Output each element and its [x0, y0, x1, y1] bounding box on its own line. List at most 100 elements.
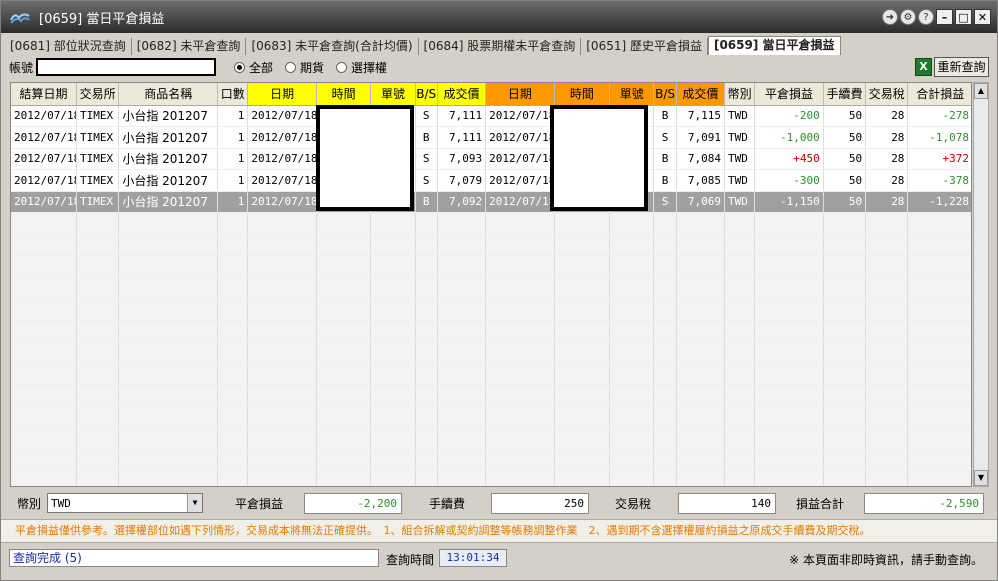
table-cell: 28: [865, 105, 909, 127]
window-title: [0659] 當日平倉損益: [39, 11, 165, 27]
empty-cell: [823, 320, 867, 342]
empty-cell: [485, 384, 555, 407]
col-product[interactable]: 商品名稱: [118, 83, 219, 106]
table-row[interactable]: 2012/07/18 TIMEX 小台指 201207 1 2012/07/18 S 7,0…: [11, 169, 971, 192]
empty-cell: [609, 406, 655, 428]
empty-cell: [865, 320, 909, 342]
table-cell: 1: [217, 126, 249, 149]
grid-scrollbar[interactable]: ▲ ▼: [973, 82, 989, 487]
scroll-down-icon[interactable]: ▼: [974, 470, 988, 486]
empty-cell: [217, 363, 249, 385]
table-cell: TWD: [724, 169, 756, 192]
empty-cell: [415, 255, 438, 278]
table-row[interactable]: 2012/07/18 TIMEX 小台指 201207 1 2012/07/18 S 7,1…: [11, 105, 971, 127]
col-open-bs[interactable]: B/S: [415, 83, 438, 106]
col-open-order-no[interactable]: 單號: [370, 83, 416, 106]
empty-cell: [485, 427, 555, 450]
empty-cell: [653, 255, 677, 278]
empty-cell: [754, 234, 824, 256]
empty-row: [11, 234, 971, 256]
empty-cell: [118, 212, 219, 235]
minimize-button[interactable]: –: [936, 9, 953, 25]
requery-button[interactable]: 重新查詢: [934, 57, 989, 77]
col-close-time[interactable]: 時間: [554, 83, 611, 106]
col-exchange[interactable]: 交易所: [76, 83, 120, 106]
currency-select[interactable]: TWD ▼: [47, 493, 203, 513]
empty-cell: [217, 234, 249, 256]
empty-cell: [11, 320, 77, 342]
empty-cell: [724, 363, 756, 385]
table-cell: 2012/07/18: [11, 105, 77, 127]
col-total-pnl[interactable]: 合計損益: [907, 83, 971, 106]
table-cell: 2012/07/18: [485, 169, 555, 192]
excel-export-icon[interactable]: X: [915, 58, 932, 76]
empty-cell: [316, 320, 372, 342]
table-cell: 7,084: [676, 148, 726, 170]
col-fee[interactable]: 手續費: [823, 83, 867, 106]
col-qty[interactable]: 口數: [217, 83, 249, 106]
empty-cell: [754, 298, 824, 321]
empty-cell: [217, 341, 249, 364]
table-cell: -1,228: [907, 191, 971, 213]
col-settle-date[interactable]: 結算日期: [11, 83, 77, 106]
col-close-price[interactable]: 成交價: [676, 83, 726, 106]
empty-cell: [437, 298, 487, 321]
col-currency[interactable]: 幣別: [724, 83, 756, 106]
empty-cell: [415, 212, 438, 235]
empty-row: [11, 212, 971, 235]
account-input[interactable]: [36, 58, 217, 76]
table-row[interactable]: 2012/07/18 TIMEX 小台指 201207 1 2012/07/18 B 7,0…: [11, 191, 971, 213]
col-close-date[interactable]: 日期: [485, 83, 555, 106]
empty-cell: [76, 277, 120, 299]
query-status: 查詢完成 (5): [9, 549, 379, 567]
redacted-block-close: [550, 105, 648, 211]
tab-0683[interactable]: [0683] 未平倉查詢(合計均價): [246, 38, 419, 55]
empty-cell: [907, 320, 971, 342]
col-open-time[interactable]: 時間: [316, 83, 372, 106]
empty-cell: [437, 255, 487, 278]
scroll-up-icon[interactable]: ▲: [974, 83, 988, 99]
empty-cell: [247, 298, 317, 321]
empty-cell: [415, 406, 438, 428]
table-cell: 2012/07/18: [485, 126, 555, 149]
empty-cell: [247, 277, 317, 299]
export-icon[interactable]: ➜: [882, 9, 898, 25]
tab-0682[interactable]: [0682] 未平倉查詢: [132, 38, 247, 55]
empty-cell: [370, 320, 416, 342]
empty-cell: [907, 449, 971, 471]
col-close-bs[interactable]: B/S: [653, 83, 677, 106]
col-open-date[interactable]: 日期: [247, 83, 317, 106]
col-close-order-no[interactable]: 單號: [609, 83, 655, 106]
empty-cell: [437, 320, 487, 342]
empty-cell: [247, 363, 317, 385]
tab-0659[interactable]: [0659] 當日平倉損益: [707, 36, 841, 55]
empty-cell: [907, 298, 971, 321]
chevron-down-icon[interactable]: ▼: [187, 494, 202, 512]
table-cell: 2012/07/18: [485, 191, 555, 213]
col-open-price[interactable]: 成交價: [437, 83, 487, 106]
tab-0681[interactable]: [0681] 部位狀況查詢: [5, 38, 132, 55]
col-pnl[interactable]: 平倉損益: [754, 83, 824, 106]
empty-cell: [823, 449, 867, 471]
close-button[interactable]: ✕: [974, 9, 991, 25]
table-row[interactable]: 2012/07/18 TIMEX 小台指 201207 1 2012/07/18 S 7,0…: [11, 148, 971, 170]
empty-cell: [865, 427, 909, 450]
tab-0651[interactable]: [0651] 歷史平倉損益: [581, 38, 708, 55]
settings-icon[interactable]: ⚙: [900, 9, 916, 25]
col-tax[interactable]: 交易稅: [865, 83, 909, 106]
help-icon[interactable]: ?: [918, 9, 934, 25]
table-cell: B: [653, 148, 677, 170]
maximize-button[interactable]: □: [955, 9, 972, 25]
radio-all[interactable]: [234, 61, 246, 73]
empty-cell: [118, 406, 219, 428]
empty-cell: [11, 341, 77, 364]
radio-futures[interactable]: [285, 61, 297, 73]
empty-cell: [485, 341, 555, 364]
empty-cell: [865, 341, 909, 364]
empty-cell: [754, 212, 824, 235]
tab-0684[interactable]: [0684] 股票期權未平倉查詢: [419, 38, 582, 55]
radio-options[interactable]: [336, 61, 348, 73]
empty-cell: [865, 212, 909, 235]
table-cell: S: [415, 148, 438, 170]
table-row[interactable]: 2012/07/18 TIMEX 小台指 201207 1 2012/07/18 B 7,1…: [11, 126, 971, 149]
